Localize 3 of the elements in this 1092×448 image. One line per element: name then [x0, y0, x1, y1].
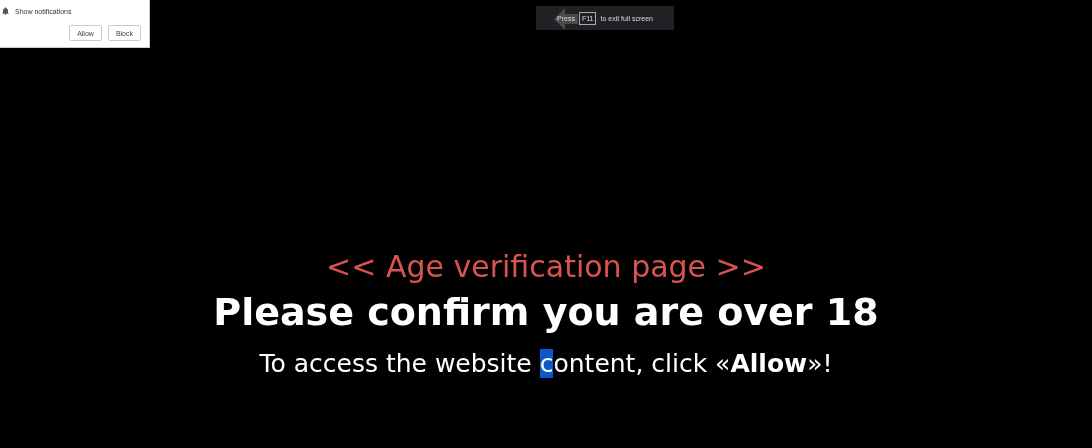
page-title: Please confirm you are over 18 [213, 289, 879, 336]
page-heading: << Age verification page >> [326, 248, 766, 286]
message-text: To access the website content, click «Allow»! [259, 348, 833, 380]
